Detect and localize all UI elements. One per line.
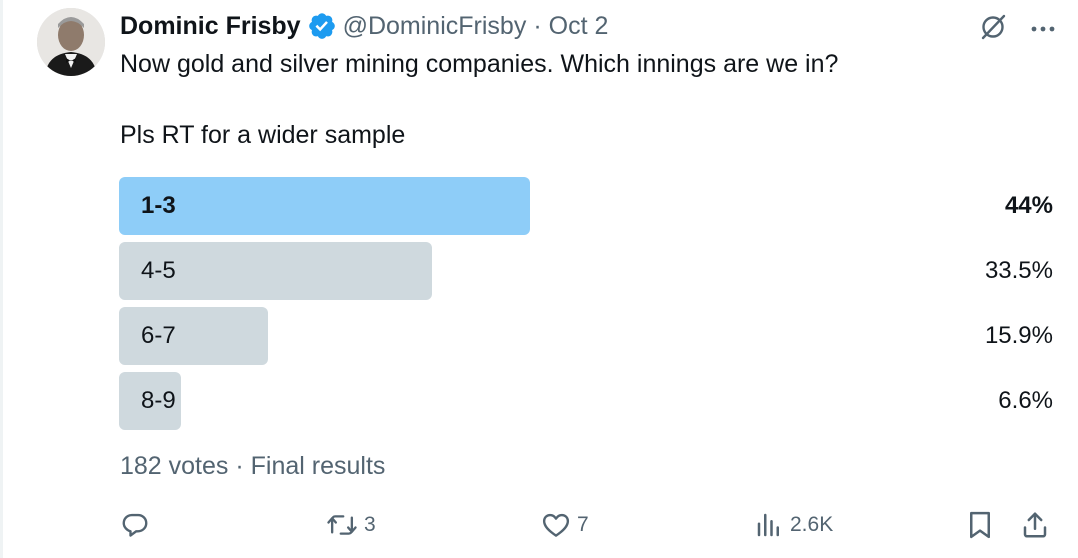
views-button[interactable]: 2.6K bbox=[754, 505, 833, 545]
timeline-divider bbox=[0, 0, 3, 558]
tweet-text-line-2: Pls RT for a wider sample bbox=[120, 121, 406, 149]
poll-option-percent: 6.6% bbox=[998, 387, 1053, 414]
heart-icon bbox=[541, 510, 571, 540]
poll-option: 4-5 33.5% bbox=[119, 242, 1053, 300]
more-options-icon[interactable] bbox=[1030, 21, 1056, 39]
views-icon bbox=[754, 510, 784, 540]
like-count: 7 bbox=[577, 513, 589, 536]
poll-option-percent: 44% bbox=[1004, 192, 1053, 219]
poll-footer: 182 votes · Final results bbox=[120, 452, 386, 480]
author-handle[interactable]: @DominicFrisby bbox=[343, 12, 527, 41]
poll-option: 8-9 6.6% bbox=[119, 372, 1053, 430]
reply-button[interactable] bbox=[120, 505, 156, 545]
like-button[interactable]: 7 bbox=[541, 505, 589, 545]
tweet-date[interactable]: Oct 2 bbox=[549, 12, 609, 41]
poll-option: 1-3 44% bbox=[119, 177, 1053, 235]
bookmark-icon bbox=[966, 510, 994, 540]
views-count: 2.6K bbox=[790, 513, 834, 536]
retweet-count: 3 bbox=[364, 513, 376, 536]
avatar[interactable] bbox=[37, 8, 105, 76]
poll-bar bbox=[119, 177, 530, 235]
tweet-text-line-1: Now gold and silver mining companies. Wh… bbox=[120, 50, 839, 78]
grok-icon[interactable] bbox=[978, 12, 1008, 47]
poll-option-label: 8-9 bbox=[141, 387, 176, 414]
retweet-icon bbox=[326, 510, 358, 540]
share-button[interactable] bbox=[1020, 505, 1050, 545]
poll-option-percent: 33.5% bbox=[984, 257, 1053, 284]
retweet-button[interactable]: 3 bbox=[326, 505, 376, 545]
tweet-top-actions bbox=[978, 12, 1056, 47]
poll-option: 6-7 15.9% bbox=[119, 307, 1053, 365]
action-bar: 3 7 2.6K bbox=[0, 505, 1078, 545]
share-icon bbox=[1020, 510, 1050, 540]
reply-icon bbox=[120, 510, 150, 540]
verified-badge-icon bbox=[307, 11, 337, 41]
tweet-header: Dominic Frisby @DominicFrisby · Oct 2 bbox=[120, 9, 608, 43]
author-name[interactable]: Dominic Frisby bbox=[120, 12, 301, 41]
poll-option-label: 1-3 bbox=[141, 192, 176, 219]
tweet: Dominic Frisby @DominicFrisby · Oct 2 No bbox=[0, 0, 1078, 558]
bookmark-button[interactable] bbox=[966, 505, 994, 545]
poll-option-label: 4-5 bbox=[141, 257, 176, 284]
poll-option-label: 6-7 bbox=[141, 322, 176, 349]
header-separator: · bbox=[533, 11, 542, 40]
poll-option-percent: 15.9% bbox=[984, 322, 1053, 349]
